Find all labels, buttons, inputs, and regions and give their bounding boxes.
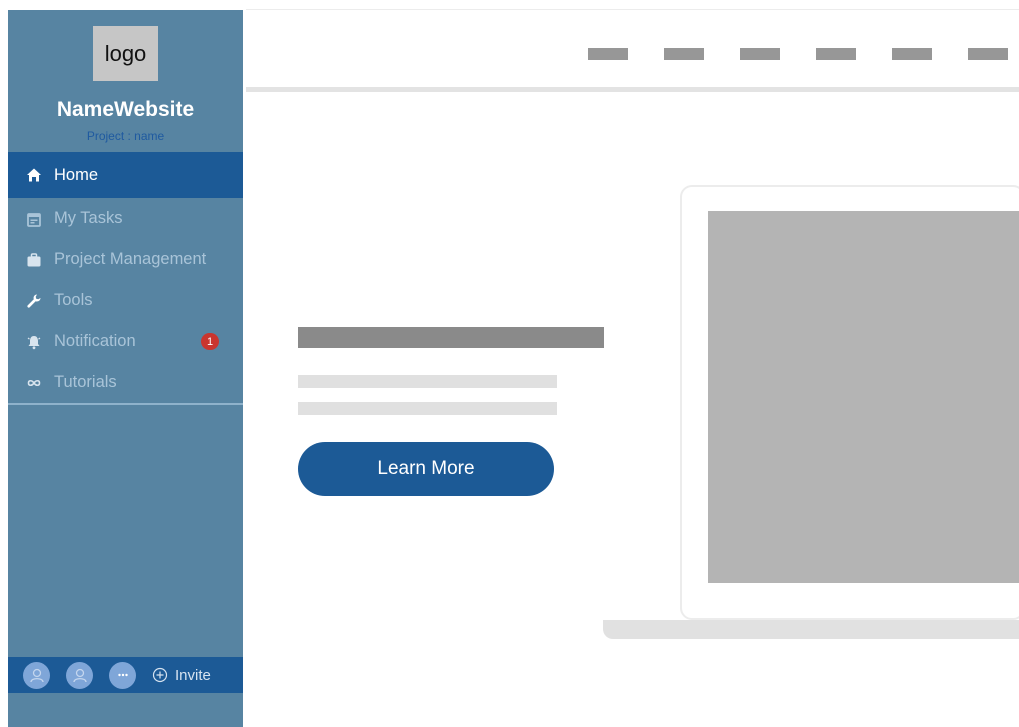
user-avatar-icon[interactable] (23, 661, 50, 689)
sidebar-item-label: Tools (54, 291, 93, 309)
notification-badge: 1 (201, 333, 219, 350)
page: logo NameWebsite Project : name Home My … (0, 0, 1019, 727)
laptop-base (603, 620, 1019, 639)
user-avatar-icon[interactable] (66, 661, 93, 689)
sidebar-item-label: My Tasks (54, 209, 123, 227)
header-divider (246, 87, 1019, 92)
plus-circle-icon (152, 667, 168, 683)
laptop-screen-image-placeholder (708, 211, 1019, 583)
briefcase-icon (26, 252, 42, 268)
site-name: NameWebsite (56, 98, 195, 121)
topnav-link[interactable] (968, 48, 1008, 60)
hero-text-placeholder (298, 375, 557, 388)
bell-icon (26, 334, 42, 350)
sidebar-item-label: Home (54, 165, 99, 184)
topnav-link[interactable] (664, 48, 704, 60)
top-border (246, 9, 1019, 10)
wrench-icon (26, 293, 42, 309)
sidebar-item-label: Notification (54, 332, 136, 350)
invite-label: Invite (175, 666, 211, 684)
sidebar-item-label: Project Management (54, 250, 207, 268)
home-icon (26, 167, 42, 183)
sidebar-divider (8, 403, 243, 405)
project-label: Project : name (86, 129, 165, 143)
more-icon[interactable] (109, 661, 136, 689)
sidebar-footer: Invite (8, 657, 243, 693)
topnav-link[interactable] (892, 48, 932, 60)
sidebar-item-my-tasks[interactable]: My Tasks (8, 198, 243, 239)
sidebar-item-notification[interactable]: Notification 1 (8, 321, 243, 362)
logo[interactable]: logo (93, 26, 158, 81)
sidebar-item-home[interactable]: Home (8, 152, 243, 198)
calendar-icon (26, 211, 42, 227)
topnav-link[interactable] (588, 48, 628, 60)
infinity-icon (26, 375, 42, 391)
sidebar-nav: Home My Tasks Project Management Tools N… (8, 152, 243, 403)
sidebar-item-project-management[interactable]: Project Management (8, 239, 243, 280)
learn-more-button[interactable]: Learn More (298, 442, 554, 496)
hero-text-placeholder (298, 402, 557, 415)
topnav-link[interactable] (740, 48, 780, 60)
sidebar-item-label: Tutorials (54, 373, 117, 391)
invite-button[interactable]: Invite (152, 667, 211, 684)
hero-heading-placeholder (298, 327, 604, 348)
topnav-link[interactable] (816, 48, 856, 60)
sidebar-item-tools[interactable]: Tools (8, 280, 243, 321)
sidebar-item-tutorials[interactable]: Tutorials (8, 362, 243, 403)
sidebar: logo NameWebsite Project : name Home My … (8, 10, 243, 727)
